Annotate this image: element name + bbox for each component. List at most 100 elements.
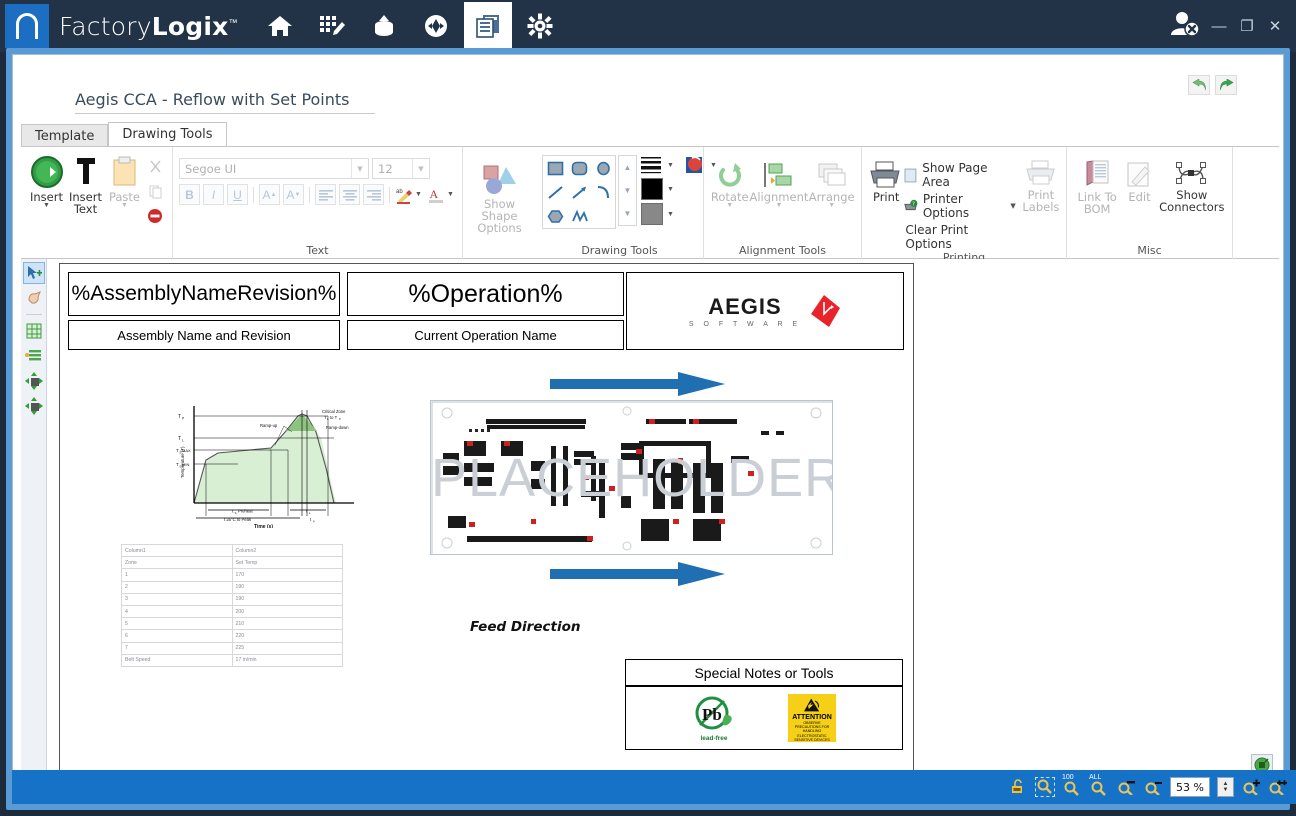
shape-scroll-spinner[interactable]: ▲ ▼ ▼ bbox=[618, 155, 637, 226]
paste-caret-icon[interactable]: ▼ bbox=[121, 203, 128, 209]
chevron-down-icon[interactable]: ▼ bbox=[445, 191, 456, 198]
cut-icon[interactable] bbox=[144, 155, 166, 177]
zoom-100-icon[interactable]: 100 bbox=[1062, 777, 1082, 797]
table-row[interactable]: 1170 bbox=[122, 569, 343, 581]
shrink-font-icon[interactable]: A▼ bbox=[283, 184, 304, 205]
undo-arrow-icon[interactable] bbox=[1188, 75, 1210, 95]
fill-color-swatch[interactable] bbox=[641, 203, 663, 225]
nav-navigator-icon[interactable] bbox=[412, 2, 460, 50]
underline-icon[interactable]: U bbox=[227, 184, 248, 205]
table-row[interactable]: 3190 bbox=[122, 593, 343, 605]
copy-icon[interactable] bbox=[144, 180, 166, 202]
minimize-button[interactable]: — bbox=[1208, 13, 1230, 39]
table-row[interactable]: 7225 bbox=[122, 642, 343, 654]
print-button[interactable]: Print bbox=[868, 155, 904, 203]
list-tool-icon[interactable] bbox=[23, 345, 45, 367]
redo-arrow-icon[interactable] bbox=[1215, 75, 1237, 95]
table-row[interactable]: 6220 bbox=[122, 630, 343, 642]
grow-font-icon[interactable]: A▲ bbox=[259, 184, 280, 205]
table-column-row[interactable]: Column1Column2 bbox=[122, 545, 343, 557]
spinner-more-icon[interactable]: ▼ bbox=[619, 202, 636, 225]
printer-options-item[interactable]: ? Printer Options ▼ bbox=[904, 192, 1017, 220]
zoom-all-icon[interactable]: ALL bbox=[1089, 777, 1109, 797]
chevron-down-icon[interactable]: ▼ bbox=[665, 211, 676, 218]
spinner-down-icon[interactable]: ▼ bbox=[619, 179, 636, 202]
alignment-caret-icon[interactable]: ▼ bbox=[775, 203, 782, 209]
table-row[interactable]: 2190 bbox=[122, 581, 343, 593]
insert-caret-icon[interactable]: ▼ bbox=[43, 203, 50, 209]
highlight-color-control[interactable]: ab ▼ bbox=[395, 186, 424, 204]
feed-direction-label[interactable]: Feed Direction bbox=[470, 619, 580, 635]
maximize-button[interactable]: ❐ bbox=[1236, 13, 1258, 39]
aegis-logo-cell[interactable]: AEGIS S O F T W A R E bbox=[626, 272, 904, 350]
table-row[interactable]: 4200 bbox=[122, 605, 343, 617]
alignment-button[interactable]: Alignment ▼ bbox=[749, 157, 808, 209]
arrange-caret-icon[interactable]: ▼ bbox=[828, 203, 835, 209]
font-size-select[interactable]: 12 ▼ bbox=[372, 158, 430, 179]
nav-documents-icon[interactable] bbox=[464, 2, 512, 50]
tab-template[interactable]: Template bbox=[21, 124, 108, 147]
zoom-out-icon[interactable] bbox=[1143, 777, 1163, 797]
align-tool-2-icon[interactable] bbox=[23, 395, 45, 417]
font-family-select[interactable]: Segoe UI ▼ bbox=[179, 158, 369, 179]
arrow-icon[interactable] bbox=[567, 180, 591, 204]
show-page-area-item[interactable]: Show Page Area bbox=[904, 161, 1017, 189]
assembly-name-field[interactable]: %AssemblyNameRevision% bbox=[68, 272, 340, 316]
polygon-icon[interactable] bbox=[543, 204, 567, 228]
show-shape-options-button[interactable]: Show Shape Options bbox=[469, 160, 530, 234]
operation-field[interactable]: %Operation% bbox=[347, 272, 624, 316]
edit-button[interactable]: Edit bbox=[1122, 155, 1156, 203]
operation-caption[interactable]: Current Operation Name bbox=[347, 320, 624, 350]
paste-button[interactable]: Paste ▼ bbox=[105, 151, 144, 209]
special-notes-header[interactable]: Special Notes or Tools bbox=[625, 659, 903, 686]
nav-materials-icon[interactable] bbox=[360, 2, 408, 50]
user-logout-icon[interactable] bbox=[1168, 9, 1202, 43]
italic-icon[interactable]: I bbox=[203, 184, 224, 205]
align-tool-1-icon[interactable] bbox=[23, 370, 45, 392]
zoom-in-plus-icon[interactable] bbox=[1268, 777, 1288, 797]
rounded-rectangle-icon[interactable] bbox=[567, 156, 591, 180]
spinner-up-icon[interactable]: ▲ bbox=[619, 156, 636, 179]
chevron-down-icon[interactable]: ▼ bbox=[665, 186, 676, 193]
align-left-icon[interactable] bbox=[315, 184, 336, 205]
ellipse-icon[interactable] bbox=[591, 156, 615, 180]
clear-print-options-item[interactable]: Clear Print Options bbox=[904, 223, 1017, 251]
freeform-icon[interactable] bbox=[567, 204, 591, 228]
rectangle-icon[interactable] bbox=[543, 156, 567, 180]
rotate-caret-icon[interactable]: ▼ bbox=[726, 203, 733, 209]
template-canvas[interactable]: %AssemblyNameRevision% Assembly Name and… bbox=[47, 259, 1279, 780]
chevron-down-icon[interactable]: ▼ bbox=[413, 191, 424, 198]
grid-tool-icon[interactable] bbox=[23, 320, 45, 342]
table-row[interactable]: 5210 bbox=[122, 618, 343, 630]
zoom-stepper-down-icon[interactable]: ▼ bbox=[1223, 787, 1229, 793]
select-move-tool-icon[interactable] bbox=[23, 262, 45, 284]
align-center-icon[interactable] bbox=[339, 184, 360, 205]
link-to-bom-button[interactable]: Link To BOM bbox=[1074, 155, 1120, 215]
table-header-row[interactable]: ZoneSet Temp bbox=[122, 557, 343, 569]
zone-set-temp-table[interactable]: Column1Column2ZoneSet Temp11702190319042… bbox=[121, 544, 343, 667]
arc-icon[interactable] bbox=[591, 180, 615, 204]
pan-hand-tool-icon[interactable] bbox=[23, 287, 45, 309]
lock-zoom-icon[interactable] bbox=[1008, 777, 1028, 797]
close-button[interactable]: ✕ bbox=[1264, 13, 1286, 39]
nav-home-icon[interactable] bbox=[256, 2, 304, 50]
pcb-assembly-graphic[interactable]: PLACEHOLDER bbox=[430, 370, 835, 585]
align-right-icon[interactable] bbox=[363, 184, 384, 205]
chevron-down-icon[interactable]: ▼ bbox=[351, 159, 368, 178]
pcb-placeholder-image[interactable]: PLACEHOLDER bbox=[430, 400, 833, 555]
insert-text-button[interactable]: Insert Text bbox=[66, 151, 105, 215]
nav-planning-icon[interactable] bbox=[308, 2, 356, 50]
special-notes-body[interactable]: Pb lead-free ATTENTION bbox=[625, 686, 903, 750]
print-labels-button[interactable]: Print Labels bbox=[1022, 155, 1060, 213]
chevron-down-icon[interactable]: ▼ bbox=[665, 162, 676, 169]
reflow-profile-chart[interactable]: T P T L T S MAX T S MIN t S Preheat t 25… bbox=[176, 398, 366, 528]
show-connectors-button[interactable]: Show Connectors bbox=[1159, 155, 1225, 213]
line-color-swatch[interactable] bbox=[641, 178, 663, 200]
zoom-in-icon[interactable] bbox=[1241, 777, 1261, 797]
zoom-selection-icon[interactable] bbox=[1035, 777, 1055, 797]
line-icon[interactable] bbox=[543, 180, 567, 204]
delete-icon[interactable] bbox=[144, 205, 166, 227]
zoom-out-step-icon[interactable] bbox=[1116, 777, 1136, 797]
chevron-down-icon[interactable]: ▼ bbox=[412, 159, 429, 178]
template-page[interactable]: %AssemblyNameRevision% Assembly Name and… bbox=[59, 263, 914, 780]
